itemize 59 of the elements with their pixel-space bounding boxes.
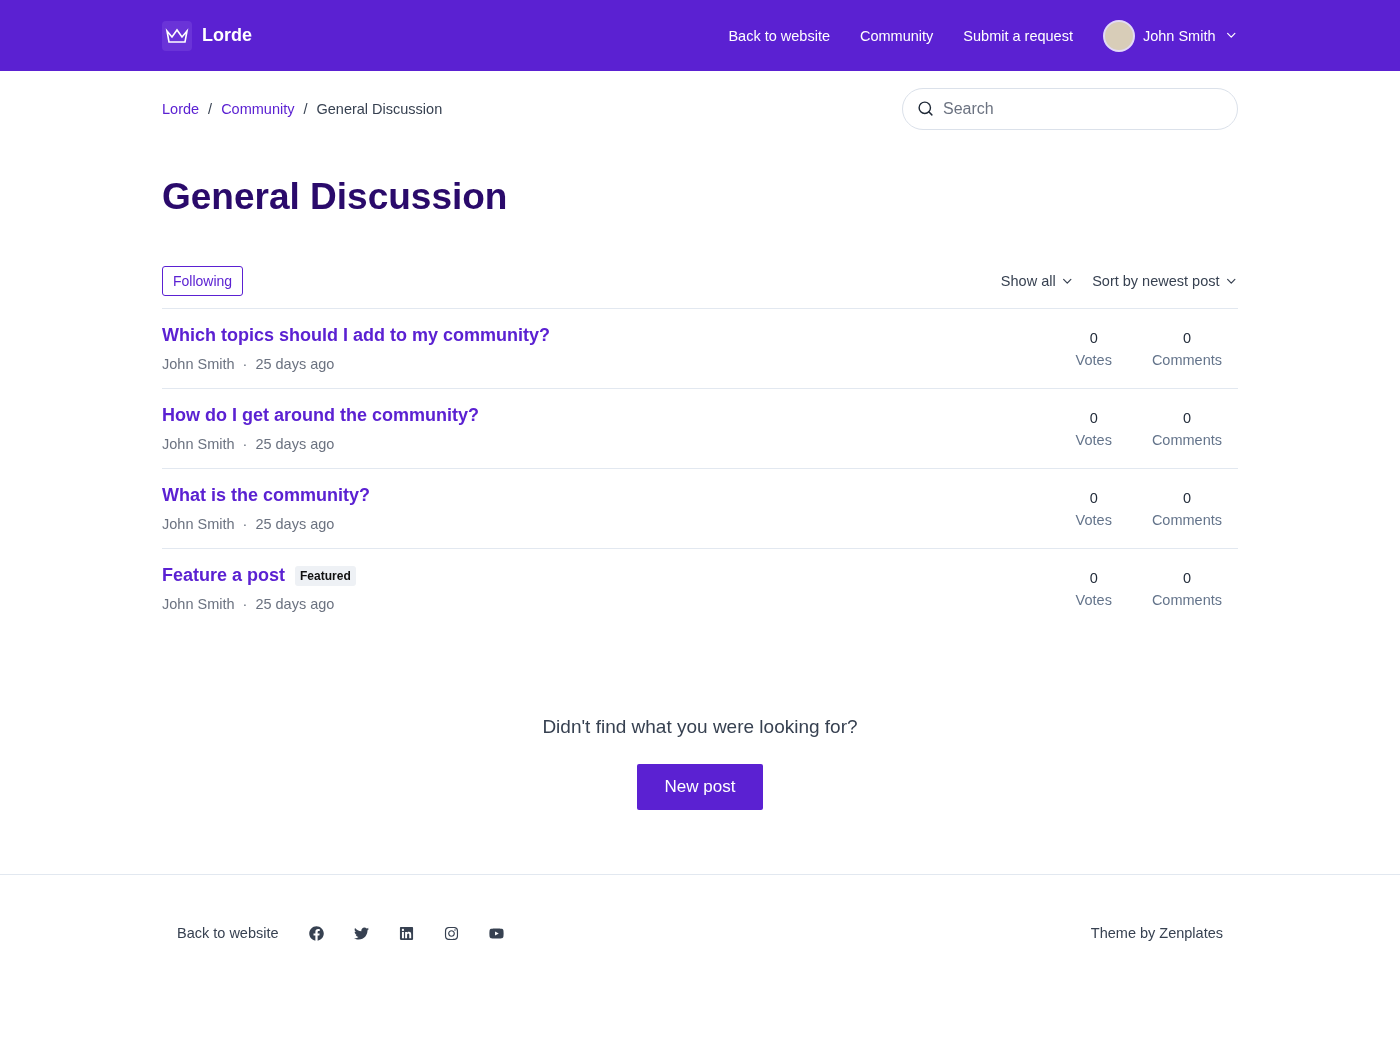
- breadcrumb-link[interactable]: Lorde: [162, 101, 200, 117]
- facebook-icon[interactable]: [308, 925, 324, 941]
- breadcrumb-separator: /: [303, 101, 308, 117]
- search-field[interactable]: Search: [902, 88, 1238, 130]
- post-title[interactable]: Feature a post: [162, 565, 286, 586]
- footer-link[interactable]: Back to website: [177, 925, 279, 941]
- user-menu[interactable]: John Smith: [1102, 19, 1238, 52]
- crown-icon: [162, 20, 192, 51]
- post-author: John Smith: [162, 436, 235, 452]
- meta-separator: ·: [242, 596, 248, 612]
- meta-separator: ·: [242, 436, 248, 452]
- brand-logo[interactable]: Lorde: [162, 20, 252, 51]
- post-title[interactable]: What is the community?: [162, 485, 370, 506]
- post-author: John Smith: [162, 596, 235, 612]
- votes-label: Votes: [1075, 591, 1112, 608]
- comment-count: 0: [1182, 409, 1191, 426]
- post-time: 25 days ago: [255, 516, 335, 532]
- comment-count: 0: [1182, 329, 1191, 346]
- linkedin-icon[interactable]: [398, 925, 414, 941]
- post-time: 25 days ago: [255, 436, 335, 452]
- votes-label: Votes: [1075, 351, 1112, 368]
- comment-count: 0: [1182, 569, 1191, 586]
- meta-separator: ·: [242, 356, 248, 372]
- vote-count: 0: [1089, 569, 1098, 586]
- avatar: [1102, 19, 1135, 52]
- featured-badge: Featured: [295, 565, 356, 586]
- post-time: 25 days ago: [255, 356, 335, 372]
- comments-label: Comments: [1151, 591, 1222, 608]
- nav-link[interactable]: Submit a request: [963, 27, 1073, 44]
- breadcrumb-link[interactable]: Community: [221, 101, 295, 117]
- breadcrumb-separator: /: [208, 101, 213, 117]
- search-icon: [917, 100, 934, 117]
- twitter-icon[interactable]: [353, 925, 369, 941]
- post-author: John Smith: [162, 356, 235, 372]
- post-title[interactable]: How do I get around the community?: [162, 405, 479, 426]
- theme-credit: Theme by Zenplates: [1090, 925, 1223, 941]
- instagram-icon[interactable]: [443, 925, 459, 941]
- nav-link[interactable]: Back to website: [728, 27, 830, 44]
- comments-label: Comments: [1151, 511, 1222, 528]
- votes-label: Votes: [1075, 431, 1112, 448]
- meta-separator: ·: [242, 516, 248, 532]
- new-post-button[interactable]: New post: [636, 764, 764, 810]
- vote-count: 0: [1089, 329, 1098, 346]
- cta-text: Didn't find what you were looking for?: [542, 716, 858, 738]
- filter-dropdown[interactable]: Show all: [1000, 273, 1075, 289]
- following-button[interactable]: Following: [162, 266, 244, 296]
- vote-count: 0: [1089, 489, 1098, 506]
- post-author: John Smith: [162, 516, 235, 532]
- comment-count: 0: [1182, 489, 1191, 506]
- nav-link[interactable]: Community: [860, 27, 934, 44]
- breadcrumb-link[interactable]: General Discussion: [316, 101, 443, 117]
- votes-label: Votes: [1075, 511, 1112, 528]
- filter-dropdown[interactable]: Sort by newest post: [1092, 273, 1238, 289]
- vote-count: 0: [1089, 409, 1098, 426]
- post-title[interactable]: Which topics should I add to my community?: [162, 325, 550, 346]
- page-title: General Discussion: [162, 176, 509, 218]
- comments-label: Comments: [1151, 351, 1222, 368]
- post-time: 25 days ago: [255, 596, 335, 612]
- comments-label: Comments: [1151, 431, 1222, 448]
